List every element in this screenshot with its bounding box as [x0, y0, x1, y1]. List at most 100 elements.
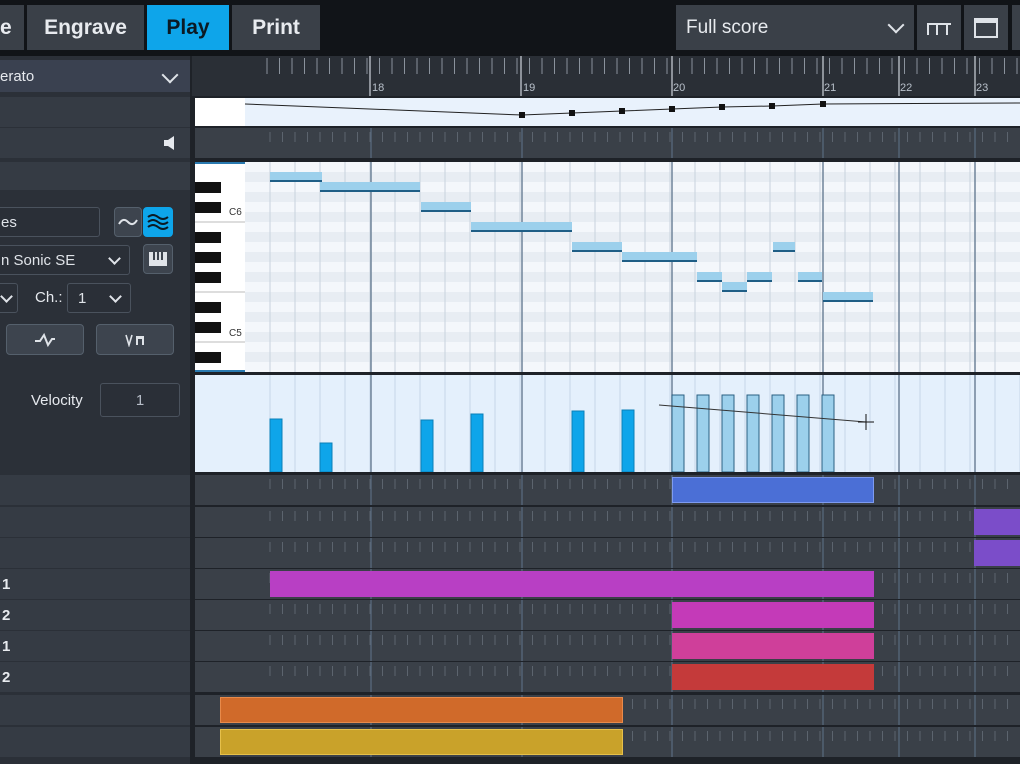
- expression-map-field[interactable]: es: [0, 207, 100, 237]
- track-label-8[interactable]: [0, 695, 190, 725]
- layout-options-button[interactable]: [917, 5, 961, 50]
- track-lane-5[interactable]: [195, 600, 1020, 630]
- waves-button[interactable]: [143, 207, 173, 237]
- edit-curve-button[interactable]: [6, 324, 84, 355]
- region-block-purple[interactable]: [974, 540, 1020, 566]
- track-lane-8[interactable]: [195, 695, 1020, 725]
- note[interactable]: [270, 172, 322, 182]
- velocity-bar-selected[interactable]: [746, 394, 760, 473]
- tab-setup[interactable]: e: [0, 5, 24, 50]
- tab-print[interactable]: Print: [232, 5, 320, 50]
- region-block-orange[interactable]: [220, 697, 623, 723]
- region-block-purple[interactable]: [974, 509, 1020, 535]
- tempo-point[interactable]: [820, 101, 826, 107]
- track-lane[interactable]: [195, 128, 1020, 158]
- region-block-blue[interactable]: [672, 477, 874, 503]
- tempo-point[interactable]: [719, 104, 725, 110]
- tempo-point[interactable]: [569, 110, 575, 116]
- track-lane-4[interactable]: [195, 569, 1020, 599]
- device-select[interactable]: n Sonic SE: [0, 245, 130, 275]
- speaker-icon[interactable]: [162, 135, 176, 151]
- note[interactable]: [697, 272, 722, 282]
- chevron-down-icon: [109, 290, 122, 303]
- region-block-magenta[interactable]: [672, 602, 874, 628]
- tempo-point[interactable]: [619, 108, 625, 114]
- tempo-curve[interactable]: [195, 98, 1020, 126]
- track-label-6[interactable]: 1: [0, 631, 190, 661]
- velocity-bar-selected[interactable]: [771, 394, 785, 473]
- region-block-yellow[interactable]: [220, 729, 623, 755]
- channel-select[interactable]: 1: [67, 283, 131, 313]
- note[interactable]: [823, 292, 873, 302]
- note[interactable]: [622, 252, 672, 262]
- layout-select[interactable]: Full score: [676, 5, 914, 50]
- window-button[interactable]: [964, 5, 1008, 50]
- note[interactable]: [421, 202, 471, 212]
- track-label-4[interactable]: 1: [0, 569, 190, 599]
- track-lane-2[interactable]: [195, 507, 1020, 537]
- track-header-row: [0, 128, 190, 158]
- bar-number: 22: [900, 82, 913, 94]
- track-lane-9[interactable]: [195, 727, 1020, 757]
- track-label-3[interactable]: [0, 538, 190, 568]
- velocity-bar[interactable]: [621, 409, 635, 473]
- tab-engrave[interactable]: Engrave: [27, 5, 144, 50]
- velocity-bar-selected[interactable]: [721, 394, 735, 473]
- timeline-ruler[interactable]: [192, 56, 1020, 96]
- tempo-point[interactable]: [519, 112, 525, 118]
- piano-keyboard[interactable]: [195, 162, 246, 372]
- toolbar-overflow: [1012, 5, 1020, 50]
- velocity-field[interactable]: 1: [100, 383, 180, 417]
- velocity-bar-selected[interactable]: [796, 394, 810, 473]
- track-label-5[interactable]: 2: [0, 600, 190, 630]
- velocity-bar-selected[interactable]: [821, 394, 835, 473]
- track-lane-1[interactable]: [195, 475, 1020, 505]
- note[interactable]: [672, 252, 697, 262]
- window-icon: [974, 17, 998, 38]
- keyboard-button[interactable]: [143, 244, 173, 274]
- note[interactable]: [572, 242, 622, 252]
- instrument-header: [0, 162, 190, 190]
- velocity-bar[interactable]: [420, 419, 434, 473]
- velocity-bar[interactable]: [571, 410, 585, 473]
- tempo-point[interactable]: [769, 103, 775, 109]
- tempo-point[interactable]: [669, 106, 675, 112]
- velocity-bar-selected[interactable]: [696, 394, 710, 473]
- waves-icon: [147, 214, 169, 230]
- edit-curve-icon: [35, 332, 55, 347]
- ruler-ticks: [266, 56, 1018, 96]
- track-lane-7[interactable]: [195, 662, 1020, 692]
- bar-number: 20: [673, 82, 686, 94]
- track-label-2[interactable]: [0, 507, 190, 537]
- curve-button[interactable]: [114, 207, 142, 237]
- track-lane-3[interactable]: [195, 538, 1020, 568]
- port-select[interactable]: [0, 283, 18, 313]
- track-label-1[interactable]: [0, 475, 190, 505]
- bow-button[interactable]: [96, 324, 174, 355]
- note[interactable]: [471, 222, 572, 232]
- velocity-lane[interactable]: [195, 375, 1020, 473]
- tab-print-label: Print: [252, 15, 300, 39]
- tempo-track-header: [0, 97, 190, 127]
- region-block-magenta[interactable]: [270, 571, 874, 597]
- channel-value: 1: [78, 289, 87, 307]
- note[interactable]: [798, 272, 822, 282]
- velocity-value: 1: [135, 391, 145, 409]
- velocity-bar[interactable]: [269, 418, 283, 473]
- track-label-9[interactable]: [0, 727, 190, 757]
- note[interactable]: [722, 282, 747, 292]
- note[interactable]: [747, 272, 772, 282]
- velocity-bar[interactable]: [319, 442, 333, 473]
- track-label-7[interactable]: 2: [0, 662, 190, 692]
- region-block-red[interactable]: [672, 664, 874, 690]
- velocity-bar[interactable]: [470, 413, 484, 473]
- note[interactable]: [773, 242, 795, 252]
- curve-icon: [118, 218, 138, 226]
- region-block-pink[interactable]: [672, 633, 874, 659]
- playing-technique-select[interactable]: erato: [0, 60, 190, 92]
- note[interactable]: [320, 182, 420, 192]
- track-lane-6[interactable]: [195, 631, 1020, 661]
- keyboard-icon: [149, 252, 167, 266]
- piano-roll-grid[interactable]: [245, 162, 1020, 372]
- tab-play[interactable]: Play: [147, 5, 229, 50]
